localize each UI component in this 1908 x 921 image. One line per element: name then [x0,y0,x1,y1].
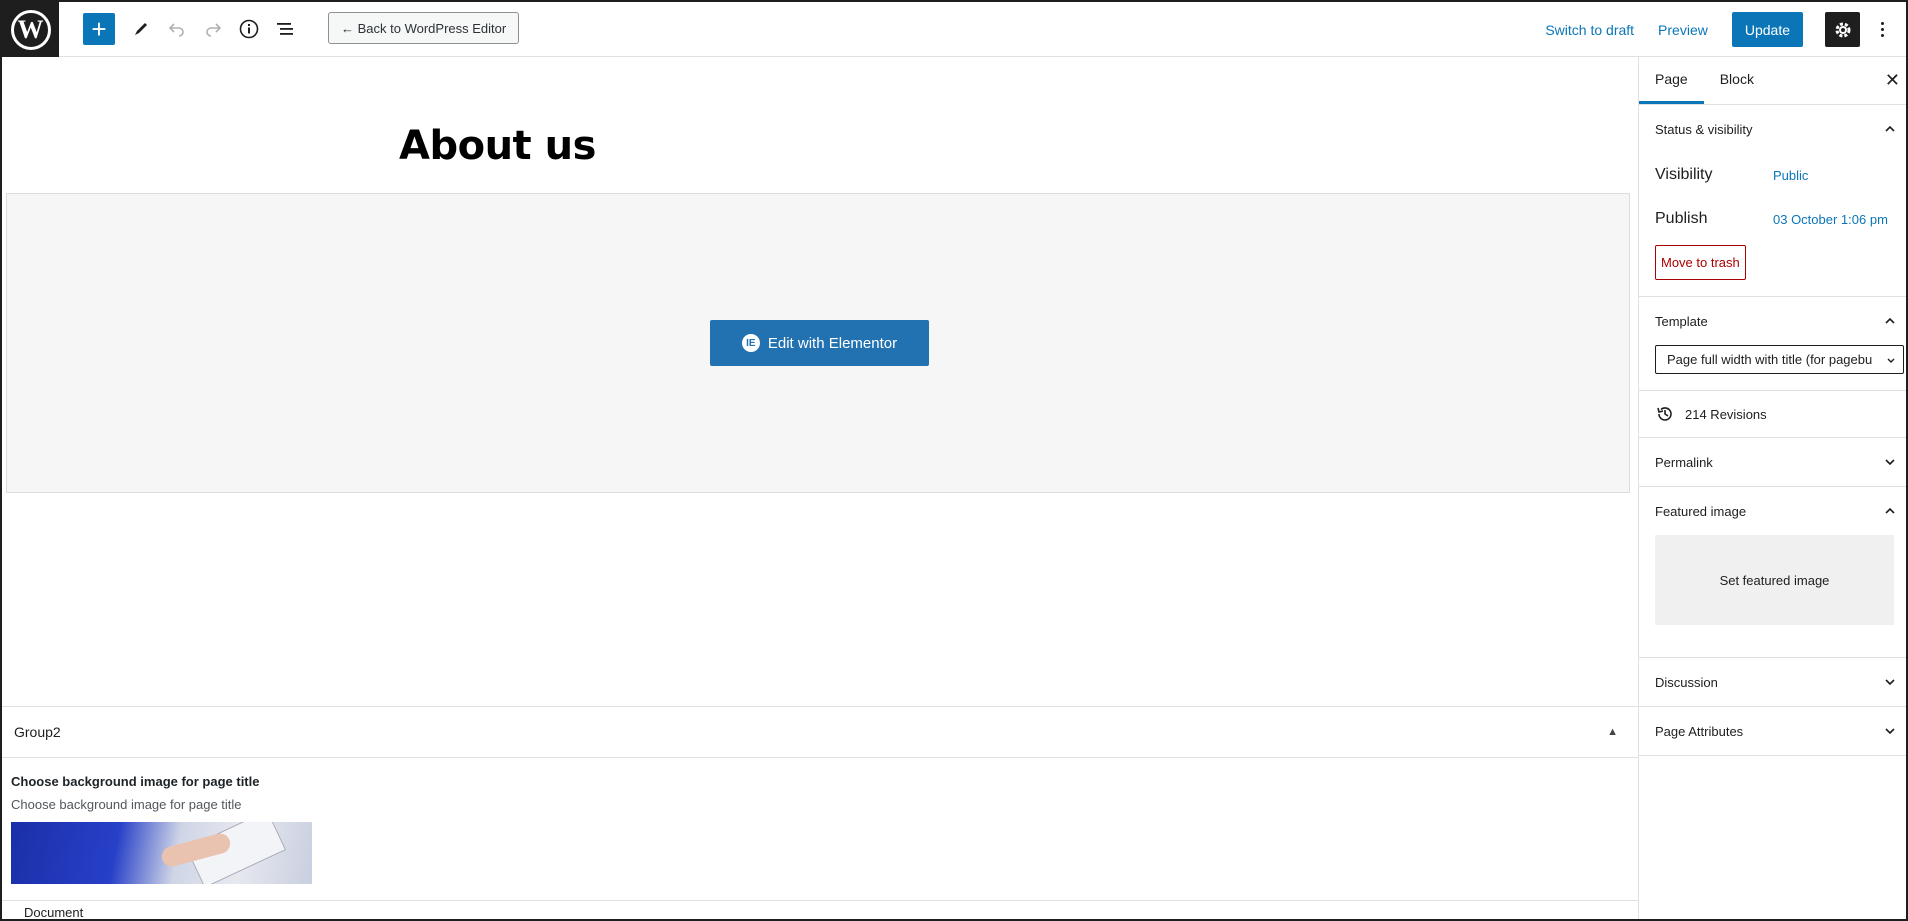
revisions-link[interactable]: 214 Revisions [1639,391,1906,437]
template-selected-value: Page full width with title (for pagebu [1667,352,1873,367]
editor-window: W + ← Back to WordPress Editor Switch to… [0,0,1908,921]
settings-sidebar: Page Block ✕ Status & visibility Visibil… [1638,57,1906,919]
breadcrumb-document[interactable]: Document [24,905,83,920]
edit-with-elementor-label: Edit with Elementor [767,334,898,352]
update-button[interactable]: Update [1731,12,1803,47]
elementor-placeholder: IE Edit with Elementor [6,193,1630,493]
status-visibility-panel: Status & visibility Visibility Public Pu… [1639,105,1906,297]
editor-canvas: About us IE Edit with Elementor [2,57,1638,706]
list-view-icon [277,23,293,35]
tools-button[interactable] [126,13,156,45]
close-icon[interactable]: ✕ [1885,70,1900,91]
sidebar-tabs: Page Block ✕ [1639,57,1906,105]
edit-with-elementor-button[interactable]: IE Edit with Elementor [710,320,929,366]
undo-icon [168,23,184,37]
revisions-panel: 214 Revisions [1639,391,1906,438]
chevron-down-icon [1887,358,1895,363]
preview-button[interactable]: Preview [1658,22,1708,38]
settings-button[interactable] [1825,12,1860,47]
featured-image-title: Featured image [1655,503,1747,519]
meta-box-title: Group2 [14,724,61,740]
visibility-label: Visibility [1655,166,1713,183]
template-select[interactable]: Page full width with title (for pagebu [1655,345,1904,374]
page-title[interactable]: About us [399,123,596,169]
redo-icon [206,23,222,37]
discussion-title: Discussion [1655,674,1718,690]
publish-row: Publish 03 October 1:06 pm [1639,197,1906,241]
status-visibility-header[interactable]: Status & visibility [1639,105,1906,153]
discussion-header[interactable]: Discussion [1639,658,1906,706]
details-button[interactable] [234,13,264,45]
wordpress-logo-ring: W [10,9,51,50]
meta-box-header[interactable]: Group2 ▲ [2,707,1638,758]
page-attributes-header[interactable]: Page Attributes [1639,707,1906,755]
chevron-down-icon [1885,679,1895,686]
switch-to-draft-button[interactable]: Switch to draft [1545,22,1634,38]
permalink-header[interactable]: Permalink [1639,438,1906,486]
redo-button[interactable] [198,13,228,45]
plus-icon: + [91,14,107,44]
wordpress-logo-letter: W [17,14,44,44]
more-vertical-icon[interactable] [1872,22,1892,37]
tab-page[interactable]: Page [1639,57,1704,104]
featured-image-panel: Featured image Set featured image [1639,487,1906,658]
chevron-up-icon [1885,317,1895,324]
field-description: Choose background image for page title [11,797,242,812]
meta-box-body: Choose background image for page title C… [2,758,1638,900]
chevron-down-icon [1885,728,1895,735]
visibility-row: Visibility Public [1639,153,1906,197]
background-image-preview[interactable] [11,822,312,884]
back-to-wordpress-editor-button[interactable]: ← Back to WordPress Editor [328,12,520,44]
page-attributes-title: Page Attributes [1655,723,1744,739]
triangle-up-icon[interactable]: ▲ [1607,726,1618,738]
elementor-icon: IE [741,334,760,352]
block-breadcrumb: Document [2,900,1638,920]
pencil-icon [135,23,147,35]
publish-date[interactable]: 03 October 1:06 pm [1773,212,1888,227]
chevron-up-icon [1885,507,1895,514]
tab-block[interactable]: Block [1704,57,1770,104]
gear-icon [1835,22,1850,37]
permalink-panel: Permalink [1639,438,1906,487]
wordpress-logo-icon[interactable]: W [2,2,59,57]
template-header[interactable]: Template [1639,297,1906,345]
list-view-button[interactable] [270,13,300,45]
permalink-title: Permalink [1655,454,1713,470]
history-icon [1657,407,1672,421]
info-icon [239,19,259,39]
discussion-panel: Discussion [1639,658,1906,707]
template-panel: Template Page full width with title (for… [1639,297,1906,391]
field-label: Choose background image for page title [11,774,260,789]
status-visibility-title: Status & visibility [1655,121,1753,137]
chevron-down-icon [1885,459,1895,466]
publish-actions: Switch to draft Preview Update [1545,2,1906,57]
publish-label: Publish [1655,210,1708,227]
revisions-label: 214 Revisions [1685,406,1767,422]
top-toolbar: W + ← Back to WordPress Editor Switch to… [2,2,1906,57]
template-title: Template [1655,313,1708,329]
undo-button[interactable] [162,13,192,45]
featured-image-header[interactable]: Featured image [1639,487,1906,535]
page-attributes-panel: Page Attributes [1639,707,1906,756]
visibility-value[interactable]: Public [1773,168,1808,183]
chevron-up-icon [1885,125,1895,132]
set-featured-image-button[interactable]: Set featured image [1655,535,1894,625]
meta-box-panel: Group2 ▲ Choose background image for pag… [2,706,1638,900]
move-to-trash-button[interactable]: Move to trash [1655,245,1746,280]
add-block-button[interactable]: + [83,13,115,45]
